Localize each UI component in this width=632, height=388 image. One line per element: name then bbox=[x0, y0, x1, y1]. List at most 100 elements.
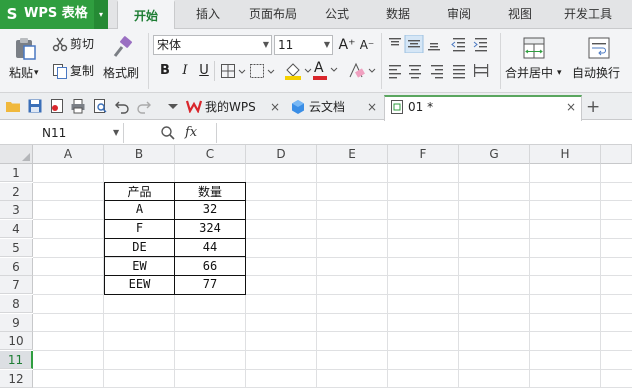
insert-function-button[interactable]: fx bbox=[185, 123, 197, 143]
font-name-select[interactable]: 宋体 ▼ bbox=[153, 35, 272, 55]
brush-icon bbox=[113, 36, 132, 57]
row-header-11[interactable]: 11 bbox=[0, 351, 33, 369]
app-dropdown-icon[interactable]: ▾ bbox=[94, 0, 108, 29]
column-header-f[interactable]: F bbox=[388, 145, 459, 164]
table-cell[interactable]: EW bbox=[104, 256, 175, 277]
align-right-icon bbox=[431, 65, 443, 79]
ribbon-separator bbox=[148, 33, 149, 89]
paste-button[interactable]: 粘贴 ▾ bbox=[8, 34, 40, 88]
grow-font-button[interactable]: A⁺ bbox=[338, 36, 356, 54]
copy-button[interactable]: 复制 bbox=[52, 62, 100, 80]
quick-access-dropdown-icon[interactable] bbox=[165, 98, 181, 114]
row-header-8[interactable]: 8 bbox=[0, 294, 33, 313]
column-gridline bbox=[529, 164, 530, 388]
column-header-a[interactable]: A bbox=[33, 145, 104, 164]
row-header-5[interactable]: 5 bbox=[0, 238, 33, 257]
redo-icon[interactable] bbox=[136, 98, 152, 114]
tab-review[interactable]: 审阅 bbox=[441, 0, 477, 29]
table-cell[interactable]: 44 bbox=[175, 237, 246, 258]
tab-insert[interactable]: 插入 bbox=[190, 0, 226, 29]
tab-developer[interactable]: 开发工具 bbox=[558, 0, 618, 29]
cut-label: 剪切 bbox=[70, 37, 95, 51]
merge-dropdown-icon[interactable]: ▾ bbox=[557, 65, 562, 81]
column-header-b[interactable]: B bbox=[104, 145, 175, 164]
name-box-dropdown-icon[interactable]: ▼ bbox=[113, 123, 119, 143]
shrink-font-button[interactable]: A⁻ bbox=[358, 36, 376, 54]
divider bbox=[214, 61, 215, 81]
underline-button[interactable]: U bbox=[195, 62, 213, 80]
column-header-g[interactable]: G bbox=[459, 145, 530, 164]
format-painter-button[interactable]: 格式刷 bbox=[103, 34, 143, 88]
horizontal-align-group bbox=[389, 64, 489, 79]
row-header-1[interactable]: 1 bbox=[0, 164, 33, 182]
row-header-3[interactable]: 3 bbox=[0, 201, 33, 220]
tab-data[interactable]: 数据 bbox=[380, 0, 416, 29]
close-icon[interactable]: × bbox=[270, 95, 280, 120]
italic-button[interactable]: I bbox=[176, 62, 194, 80]
copy-label: 复制 bbox=[70, 64, 95, 78]
align-top-icon bbox=[389, 38, 401, 46]
name-box[interactable]: N11 bbox=[0, 123, 124, 143]
doc-tab-cloud[interactable]: 云文档 bbox=[309, 95, 345, 120]
table-cell[interactable]: EEW bbox=[104, 275, 175, 295]
print-icon[interactable] bbox=[70, 98, 86, 114]
font-color-button[interactable]: A bbox=[313, 60, 341, 81]
table-cell[interactable]: 324 bbox=[175, 219, 246, 239]
row-header-9[interactable]: 9 bbox=[0, 313, 33, 332]
app-menu-button[interactable]: S WPS 表格 ▾ bbox=[0, 0, 108, 29]
new-tab-button[interactable]: + bbox=[586, 95, 600, 120]
column-header-c[interactable]: C bbox=[175, 145, 246, 164]
font-size-select[interactable]: 11 ▼ bbox=[274, 35, 333, 55]
tab-home[interactable]: 开始 bbox=[117, 0, 175, 30]
row-header-7[interactable]: 7 bbox=[0, 276, 33, 295]
table-cell[interactable]: 32 bbox=[175, 200, 246, 221]
table-cell[interactable]: DE bbox=[104, 237, 175, 258]
table-cell[interactable]: A bbox=[104, 200, 175, 221]
chevron-down-icon: ▼ bbox=[262, 40, 269, 49]
table-header-cell[interactable]: 数量 bbox=[175, 181, 246, 202]
zoom-search-icon[interactable] bbox=[160, 125, 176, 141]
fill-color-icon[interactable] bbox=[283, 61, 313, 81]
column-header-d[interactable]: D bbox=[246, 145, 317, 164]
save-icon[interactable] bbox=[27, 98, 43, 114]
align-center-icon bbox=[409, 65, 421, 79]
merge-center-button[interactable]: 合并居中 ▾ bbox=[503, 34, 565, 88]
row-gridline bbox=[33, 368, 632, 370]
table-cell[interactable]: 77 bbox=[175, 275, 246, 295]
column-header-e[interactable]: E bbox=[317, 145, 388, 164]
column-gridline bbox=[458, 164, 459, 388]
row-header-6[interactable]: 6 bbox=[0, 257, 33, 276]
row-gridline bbox=[33, 331, 632, 333]
doc-tab-my-wps[interactable]: 我的WPS bbox=[205, 95, 256, 120]
undo-icon[interactable] bbox=[114, 98, 130, 114]
cut-button[interactable]: 剪切 bbox=[52, 35, 100, 53]
tab-view[interactable]: 视图 bbox=[502, 0, 538, 29]
bold-button[interactable]: B bbox=[156, 62, 174, 80]
column-header-h[interactable]: H bbox=[530, 145, 601, 164]
wrap-text-button[interactable]: 自动换行 bbox=[570, 34, 628, 88]
doc-tab-01[interactable]: 01 * bbox=[408, 95, 433, 120]
table-cell[interactable]: F bbox=[104, 219, 175, 239]
paste-dropdown-icon[interactable]: ▾ bbox=[34, 65, 39, 81]
row-header-12[interactable]: 12 bbox=[0, 369, 33, 388]
clear-format-icon[interactable] bbox=[347, 61, 377, 81]
border-icon[interactable] bbox=[220, 62, 248, 80]
font-color-swatch bbox=[313, 76, 327, 80]
close-icon[interactable]: × bbox=[566, 95, 576, 120]
row-header-4[interactable]: 4 bbox=[0, 220, 33, 239]
formula-input[interactable] bbox=[220, 123, 630, 143]
tab-page-layout[interactable]: 页面布局 bbox=[243, 0, 303, 29]
print-preview-icon[interactable] bbox=[92, 98, 108, 114]
row-header-2[interactable]: 2 bbox=[0, 182, 33, 201]
close-icon[interactable]: × bbox=[367, 95, 377, 120]
vertical-align-group bbox=[389, 35, 487, 53]
row-header-10[interactable]: 10 bbox=[0, 332, 33, 351]
column-header-overflow[interactable] bbox=[601, 145, 632, 164]
cell-style-icon[interactable] bbox=[249, 62, 277, 80]
export-pdf-icon[interactable] bbox=[49, 98, 65, 114]
table-cell[interactable]: 66 bbox=[175, 256, 246, 277]
table-header-cell[interactable]: 产品 bbox=[104, 181, 175, 202]
open-folder-icon[interactable] bbox=[5, 98, 21, 114]
tab-formulas[interactable]: 公式 bbox=[320, 0, 354, 29]
scissors-icon bbox=[52, 37, 68, 52]
